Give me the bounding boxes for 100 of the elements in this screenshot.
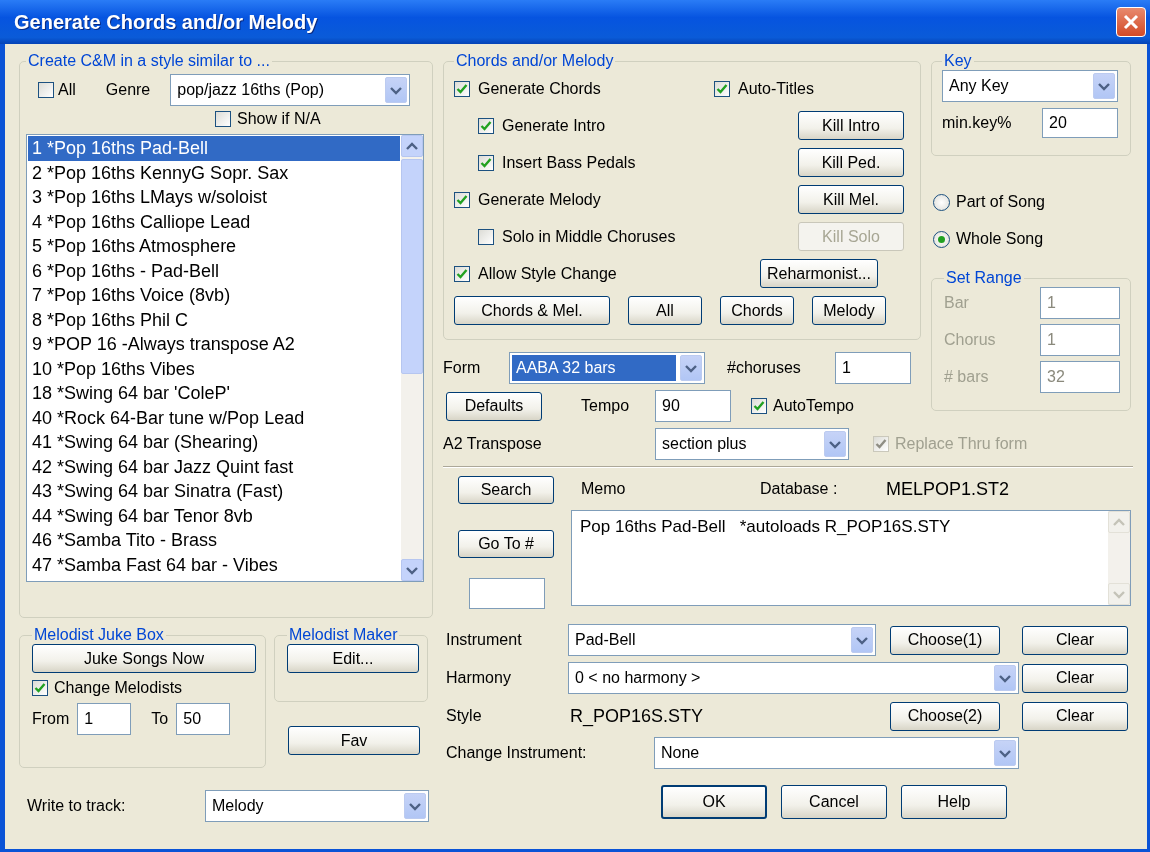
checkbox-label: All <box>58 81 76 99</box>
dropdown-button[interactable] <box>824 431 846 457</box>
dropdown-button[interactable] <box>994 665 1016 691</box>
close-icon <box>1123 14 1139 30</box>
style-list-item[interactable]: 1 *Pop 16ths Pad-Bell <box>28 136 400 161</box>
style-list-item[interactable]: 5 *Pop 16ths Atmosphere <box>28 234 400 259</box>
checkbox[interactable] <box>32 680 48 696</box>
style-list-item[interactable]: 3 *Pop 16ths LMays w/soloist <box>28 185 400 210</box>
checkbox-label: Insert Bass Pedals <box>502 153 636 172</box>
go-to-field[interactable] <box>469 578 545 609</box>
search-button[interactable]: Search <box>458 476 554 504</box>
style-list-item[interactable]: 40 *Rock 64-Bar tune w/Pop Lead <box>28 405 400 430</box>
checkbox-label: Generate Intro <box>502 116 606 135</box>
choruses-field[interactable]: 1 <box>835 352 911 384</box>
style-list-item[interactable]: 42 *Swing 64 bar Jazz Quint fast <box>28 454 400 479</box>
from-field[interactable]: 1 <box>77 703 132 735</box>
option-button[interactable]: Reharmonist... <box>759 259 878 288</box>
dropdown-button[interactable] <box>680 355 702 381</box>
option-button[interactable]: Kill Intro <box>798 111 904 140</box>
instrument-dropdown[interactable]: Pad-Bell <box>568 624 876 656</box>
dropdown-button[interactable] <box>851 627 873 653</box>
style-list-item[interactable]: 10 *Pop 16ths Vibes <box>28 356 400 381</box>
genre-dropdown[interactable]: pop/jazz 16ths (Pop) <box>170 74 411 106</box>
style-list-item[interactable]: 46 *Samba Tito - Brass <box>28 528 400 553</box>
style-list-item[interactable]: 41 *Swing 64 bar (Shearing) <box>28 430 400 455</box>
range-label: Chorus <box>944 331 997 349</box>
generate-button[interactable]: Chords & Mel. <box>454 296 610 325</box>
to-field[interactable]: 50 <box>176 703 231 735</box>
generate-button[interactable]: All <box>628 296 702 325</box>
checkbox-label: Solo in Middle Choruses <box>502 227 676 246</box>
min-key-label: min.key% <box>942 114 1013 132</box>
to-label: To <box>151 710 169 728</box>
key-dropdown[interactable]: Any Key <box>942 70 1118 102</box>
option-button[interactable]: Kill Ped. <box>798 148 904 177</box>
style-list-item[interactable]: 7 *Pop 16ths Voice (8vb) <box>28 283 400 308</box>
style-list-item[interactable]: 2 *Pop 16ths KennyG Sopr. Sax <box>28 160 400 185</box>
memo-area[interactable]: Pop 16ths Pad-Bell *autoloads R_POP16S.STY <box>571 510 1131 606</box>
checkbox[interactable] <box>454 191 470 208</box>
checkbox[interactable] <box>215 111 231 127</box>
write-to-track-dropdown[interactable]: Melody <box>205 790 429 822</box>
style-list-item[interactable]: 9 *POP 16 -Always transpose A2 <box>28 332 400 357</box>
checkbox-label: Allow Style Change <box>478 264 617 283</box>
style-list-item[interactable]: 44 *Swing 64 bar Tenor 8vb <box>28 503 400 528</box>
checkbox[interactable] <box>478 117 494 134</box>
checkbox[interactable] <box>751 398 767 414</box>
radio-button[interactable] <box>933 193 950 211</box>
checkbox[interactable] <box>454 80 470 97</box>
close-button[interactable] <box>1116 7 1146 37</box>
generate-button[interactable]: Melody <box>812 296 886 325</box>
harmony-dropdown[interactable]: 0 < no harmony > <box>568 662 1019 694</box>
min-key-field[interactable]: 20 <box>1042 108 1118 138</box>
style-list-item[interactable]: 6 *Pop 16ths - Pad-Bell <box>28 258 400 283</box>
style-list-item[interactable]: 4 *Pop 16ths Calliope Lead <box>28 209 400 234</box>
checkbox[interactable] <box>454 265 470 282</box>
radio-label: Part of Song <box>956 193 1045 211</box>
transpose-dropdown[interactable]: section plus <box>655 428 849 460</box>
dialog-button[interactable]: Help <box>901 785 1007 819</box>
style-list-item[interactable]: 43 *Swing 64 bar Sinatra (Fast) <box>28 479 400 504</box>
checkbox[interactable] <box>478 228 494 245</box>
clear-button[interactable]: Clear <box>1022 625 1128 655</box>
scroll-up-icon <box>406 141 418 151</box>
clear-button[interactable]: Clear <box>1022 663 1128 693</box>
dialog-button[interactable]: Cancel <box>781 785 887 819</box>
dropdown-button[interactable] <box>1093 73 1115 99</box>
juke-songs-button[interactable]: Juke Songs Now <box>32 644 256 673</box>
radio-button[interactable] <box>933 230 950 248</box>
style-list-item[interactable]: 47 *Samba Fast 64 bar - Vibes <box>28 552 400 577</box>
from-label: From <box>32 710 70 728</box>
style-list-item[interactable]: 18 *Swing 64 bar 'ColeP' <box>28 381 400 406</box>
form-label: Form <box>443 359 482 377</box>
change-instrument-dropdown[interactable]: None <box>654 737 1019 769</box>
clear-button[interactable]: Clear <box>1022 701 1128 731</box>
go-to-button[interactable]: Go To # <box>458 530 554 558</box>
dialog-button[interactable]: OK <box>661 785 767 819</box>
style-list-item[interactable]: 8 *Pop 16ths Phil C <box>28 307 400 332</box>
checkbox-label: Change Melodists <box>54 679 183 697</box>
edit-button[interactable]: Edit... <box>287 644 419 673</box>
dropdown-button[interactable] <box>994 740 1016 766</box>
fav-button[interactable]: Fav <box>288 726 420 755</box>
option-button[interactable]: Kill Mel. <box>798 185 904 214</box>
memo-label: Memo <box>580 480 627 498</box>
scrollbar[interactable] <box>1108 511 1130 605</box>
group-title: Set Range <box>945 269 1023 287</box>
checkbox[interactable] <box>478 154 494 171</box>
choose-button[interactable]: Choose(1) <box>890 625 1000 655</box>
checkbox[interactable] <box>38 82 54 98</box>
chevron-down-icon <box>829 439 841 449</box>
form-dropdown[interactable]: AABA 32 bars <box>509 352 705 384</box>
group-title: Melodist Maker <box>288 626 399 644</box>
dropdown-button[interactable] <box>385 77 408 103</box>
generate-button[interactable]: Chords <box>720 296 794 325</box>
checkbox[interactable] <box>714 80 730 97</box>
tempo-field[interactable]: 90 <box>655 390 731 422</box>
chevron-down-icon <box>856 635 868 645</box>
choose-button[interactable]: Choose(2) <box>890 701 1000 731</box>
defaults-button[interactable]: Defaults <box>446 391 542 421</box>
genre-label: Genre <box>105 81 151 99</box>
dropdown-button[interactable] <box>404 793 426 819</box>
database-label: Database : <box>760 480 839 498</box>
scrollbar[interactable] <box>401 135 423 581</box>
